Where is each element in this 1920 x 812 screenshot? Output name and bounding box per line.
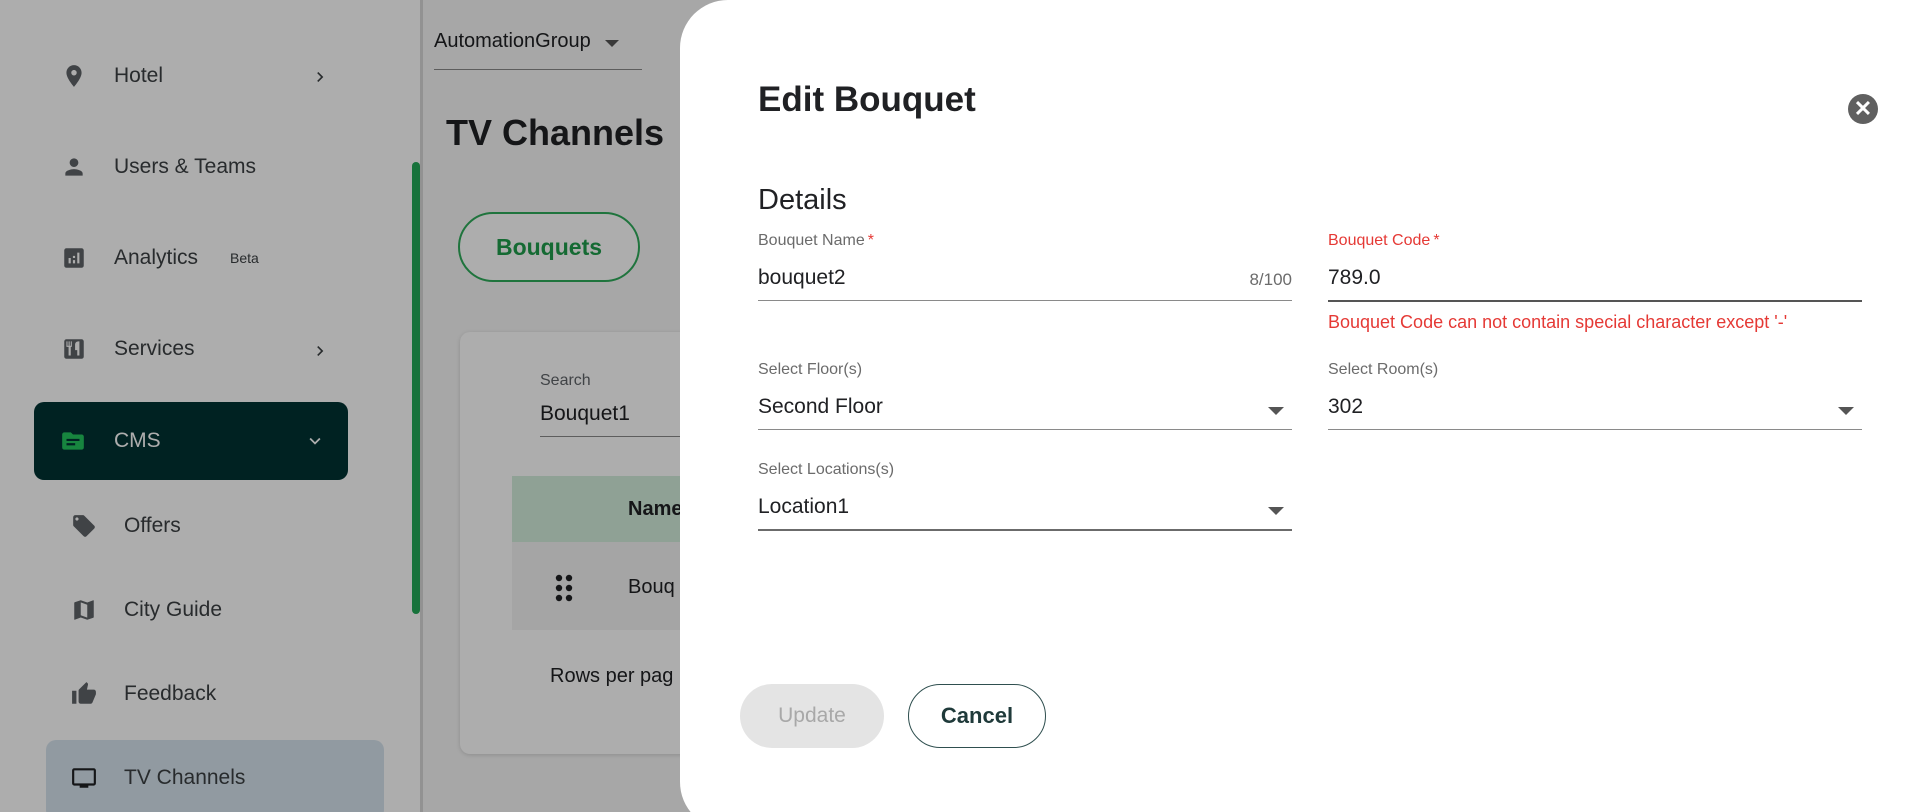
- field-underline: [1328, 429, 1862, 430]
- bouquet-code-label: Bouquet Code: [1328, 232, 1431, 249]
- location-select-label: Select Locations(s): [758, 461, 895, 478]
- cancel-button[interactable]: Cancel: [908, 684, 1046, 748]
- required-mark: *: [867, 232, 874, 249]
- room-select[interactable]: Select Room(s) 302: [1328, 361, 1862, 430]
- location-select-value: Location1: [758, 495, 850, 518]
- caret-down-icon[interactable]: [1268, 507, 1284, 515]
- section-title-details: Details: [758, 184, 847, 216]
- room-select-value: 302: [1328, 395, 1364, 418]
- field-underline: [758, 429, 1292, 430]
- floor-select-value: Second Floor: [758, 395, 883, 418]
- field-underline: [758, 529, 1292, 531]
- bouquet-code-field[interactable]: Bouquet Code * 789.0 Bouquet Code can not…: [1328, 232, 1862, 333]
- bouquet-name-field[interactable]: Bouquet Name * bouquet2 8/100: [758, 232, 1292, 301]
- floor-select[interactable]: Select Floor(s) Second Floor: [758, 361, 1292, 430]
- character-counter: 8/100: [1249, 270, 1292, 289]
- dialog-title: Edit Bouquet: [758, 80, 976, 119]
- location-select[interactable]: Select Locations(s) Location1: [758, 461, 1292, 531]
- update-button[interactable]: Update: [740, 684, 884, 748]
- bouquet-name-input[interactable]: bouquet2: [758, 266, 846, 289]
- room-select-label: Select Room(s): [1328, 361, 1439, 378]
- required-mark: *: [1433, 232, 1440, 249]
- caret-down-icon[interactable]: [1268, 407, 1284, 415]
- floor-select-label: Select Floor(s): [758, 361, 863, 378]
- bouquet-name-label: Bouquet Name: [758, 232, 865, 249]
- edit-bouquet-dialog: Edit Bouquet ✕ Details Bouquet Name * bou…: [680, 0, 1920, 812]
- close-icon[interactable]: ✕: [1848, 94, 1878, 124]
- bouquet-code-error: Bouquet Code can not contain special cha…: [1328, 312, 1788, 332]
- caret-down-icon[interactable]: [1838, 407, 1854, 415]
- bouquet-code-input[interactable]: 789.0: [1328, 266, 1381, 289]
- field-underline: [1328, 300, 1862, 302]
- field-underline: [758, 300, 1292, 301]
